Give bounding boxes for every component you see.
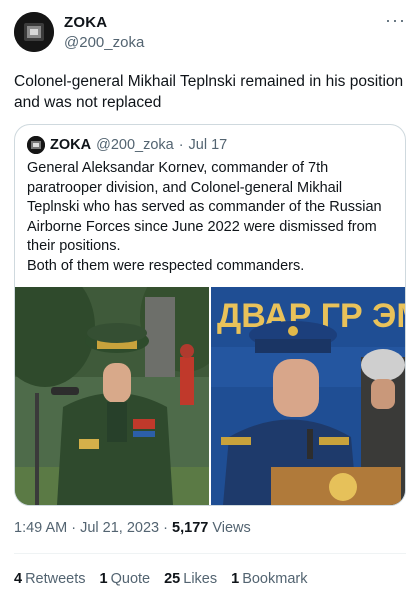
quoted-tweet[interactable]: ZOKA @200_zoka · Jul 17 General Aleksand… xyxy=(14,124,406,506)
officer-photo-right[interactable]: ДВАР ГР ЭМ xyxy=(211,287,405,505)
author-handle[interactable]: @200_zoka xyxy=(64,34,144,51)
bookmarks-count: 1 xyxy=(231,571,240,587)
timestamp-separator: · xyxy=(71,520,77,536)
quotes-count: 1 xyxy=(99,571,108,587)
quoted-tweet-text: General Aleksandar Kornev, commander of … xyxy=(27,159,395,276)
quoted-media: ДВАР ГР ЭМ xyxy=(15,287,405,505)
tweet-date[interactable]: Jul 21, 2023 xyxy=(80,520,159,536)
bookmarks-label: Bookmark xyxy=(242,571,308,587)
quoted-paragraph-2: Both of them were respected commanders. xyxy=(27,257,305,274)
more-options-icon[interactable]: ··· xyxy=(385,10,406,31)
tweet-timestamp: 1:49 AM · Jul 21, 2023 · 5,177 Views xyxy=(14,520,251,536)
tweet-text: Colonel-general Mikhail Teplnski remaine… xyxy=(14,73,404,111)
quoted-avatar xyxy=(27,136,45,154)
quoted-author-handle: @200_zoka xyxy=(96,137,174,153)
divider-top xyxy=(14,553,406,554)
quotes-stat[interactable]: 1 Quote xyxy=(100,571,151,587)
officer-photo-right-image: ДВАР ГР ЭМ xyxy=(211,287,405,505)
retweets-label: Retweets xyxy=(25,571,86,587)
quoted-date: Jul 17 xyxy=(188,137,228,153)
retweets-stat[interactable]: 4 Retweets xyxy=(14,571,86,587)
officer-photo-left-image xyxy=(15,287,209,505)
quoted-paragraph-1: General Aleksandar Kornev, commander of … xyxy=(27,160,382,254)
quotes-label: Quote xyxy=(110,571,151,587)
avatar-image xyxy=(14,12,54,52)
likes-stat[interactable]: 25 Likes xyxy=(164,571,217,587)
bookmarks-stat[interactable]: 1 Bookmark xyxy=(231,571,307,587)
quoted-author-name: ZOKA xyxy=(50,137,92,153)
quoted-avatar-image xyxy=(27,136,45,154)
likes-label: Likes xyxy=(183,571,218,587)
quoted-tweet-header: ZOKA @200_zoka · Jul 17 xyxy=(27,135,227,155)
officer-photo-left[interactable] xyxy=(15,287,209,505)
author-name[interactable]: ZOKA xyxy=(64,14,107,31)
views-label: Views xyxy=(212,520,251,536)
tweet-time[interactable]: 1:49 AM xyxy=(14,520,67,536)
likes-count: 25 xyxy=(164,571,181,587)
engagement-stats: 4 Retweets 1 Quote 25 Likes 1 Bookmark xyxy=(14,571,307,587)
retweets-count: 4 xyxy=(14,571,23,587)
avatar[interactable] xyxy=(14,12,54,52)
quoted-separator: · xyxy=(178,137,184,153)
views-count: 5,177 xyxy=(172,520,209,536)
tweet-header: ZOKA @200_zoka ··· xyxy=(14,10,406,56)
views-separator: · xyxy=(163,520,168,536)
